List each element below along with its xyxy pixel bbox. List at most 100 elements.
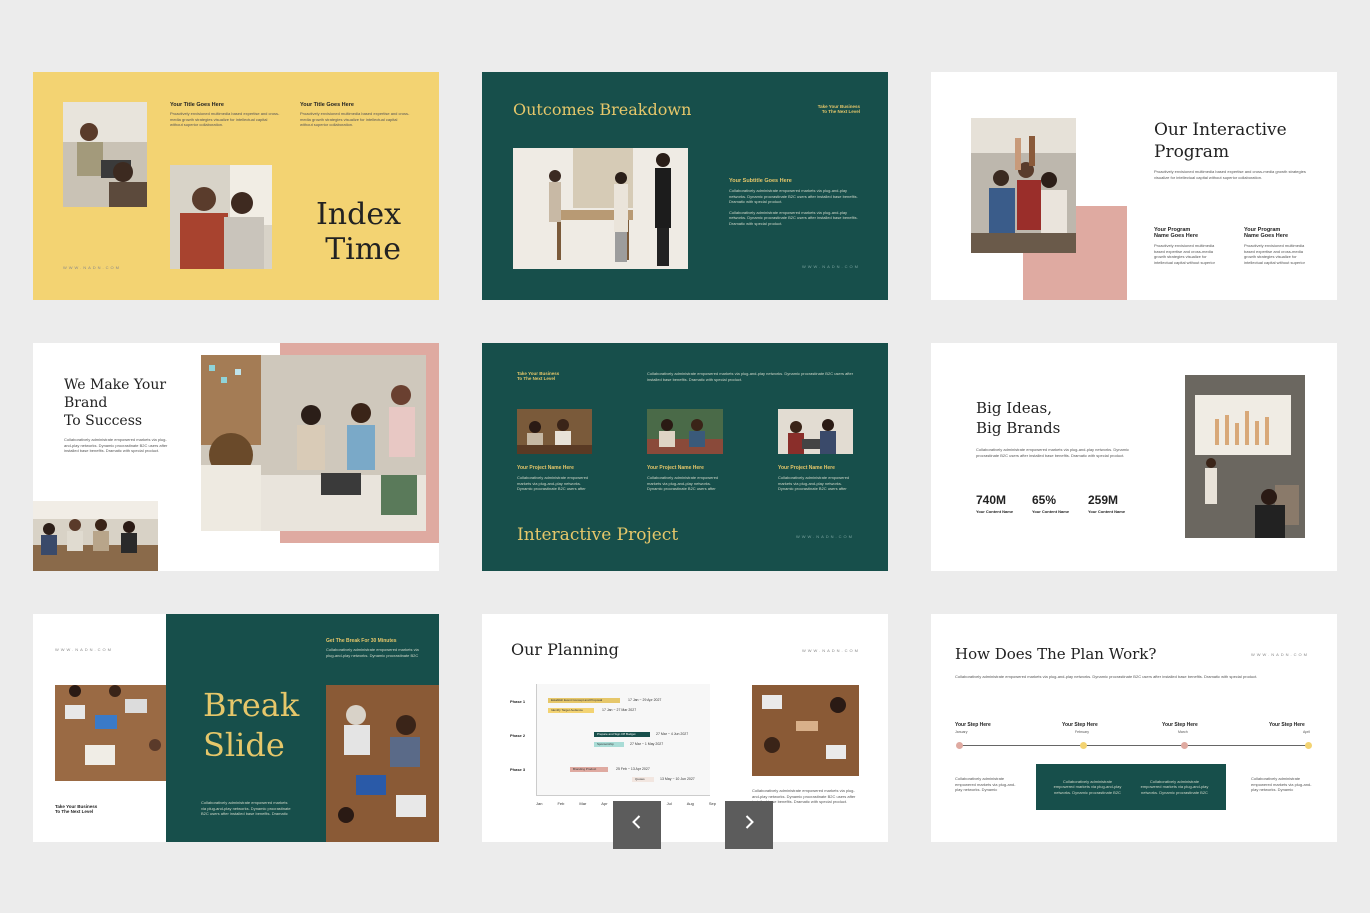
project-name-3: Your Project Name Here [778,465,835,471]
big-title-slide: Slide [203,726,285,764]
stat-3-value: 259M [1088,493,1119,507]
task-bar-1: Establish Event Concept and Proposal [548,698,620,703]
month-label: Apr [601,801,608,806]
break-note: Get The Break For 30 Minutes Collaborati… [326,638,426,658]
slide-big-ideas[interactable]: Big Ideas, Big Brands Collaboratively ad… [931,343,1337,571]
program-2-body: Proactively envisioned multimedia based … [1244,243,1305,265]
project-name-2: Your Project Name Here [647,465,704,471]
title-line-3: To Success [64,413,143,429]
stat-1: 740M Your Content Name [976,493,1013,514]
program-2: Your Program Name Goes Here Proactively … [1244,227,1316,265]
title-line-1: We Make Your [64,377,167,393]
step-month-2: February [1075,730,1090,734]
tagline: Take Your Business To The Next Level [517,371,559,381]
title-line-1: Our Interactive [1154,120,1287,140]
photo-table-meeting [33,501,158,571]
big-title-time: Time [325,232,401,267]
tagline-2: To The Next Level [821,109,860,114]
slide-index-time[interactable]: Your Title Goes Here Proactively envisio… [33,72,439,300]
slide-title: How Does The Plan Work? [955,645,1157,663]
url-text: WWW.NADN.COM [63,265,121,270]
url-text: WWW.NADN.COM [1251,652,1309,657]
month-label: Jul [666,801,672,806]
slide-planning[interactable]: Our Planning WWW.NADN.COM Phase 1 Phase … [482,614,888,842]
photo-high-five [971,118,1076,253]
gantt-chart: Phase 1 Phase 2 Phase 3 Establish Event … [510,684,716,814]
program-2-line-2: Name Goes Here [1244,233,1289,239]
body-2: Proactively envisioned multimedia based … [300,111,410,127]
stat-3-label: Your Content Name [1088,509,1126,514]
title-line-2: Big Brands [976,419,1061,437]
title-2: Your Title Goes Here [300,102,354,108]
title-line-2: Program [1154,142,1230,162]
slide-title: Interactive Project [517,525,679,545]
body-a: Collaboratively administrate empowered m… [729,188,858,204]
photo-desk-overhead [55,685,166,781]
phase-1: Phase 1 [510,699,526,704]
break-note-body: Collaboratively administrate empowered m… [326,647,419,658]
stat-3: 259M Your Content Name [1088,493,1125,514]
stat-2: 65% Your Content Name [1032,493,1069,514]
slide-interactive-project[interactable]: Take Your Business To The Next Level Col… [482,343,888,571]
chevron-right-icon [740,813,758,837]
task-date-3: 27 Mar ~ 4 Jun 2027 [656,732,689,736]
intro-text: Collaboratively administrate empowered m… [955,674,1258,679]
task-bar-6: Quotes [632,777,654,782]
big-title-break: Break [203,686,300,724]
url-text: WWW.NADN.COM [55,647,113,652]
project-name-1: Your Project Name Here [517,465,574,471]
month-label: Feb [557,801,565,806]
title-block-2: Your Title Goes Here Proactively envisio… [300,102,410,128]
slide-break[interactable]: WWW.NADN.COM Take Your Business To The N… [33,614,439,842]
month-label: Mar [579,801,587,806]
body-b: Collaboratively administrate empowered m… [729,209,858,226]
task-date-1: 17 Jan ~ 29 Apr 2027 [628,698,662,702]
project-photo-2 [647,409,723,454]
timeline-line [959,745,1309,746]
task-date-4: 27 Mar ~ 1 May 2027 [630,742,664,746]
task-bar-3: Prepare and Sign Off Budget [594,732,650,737]
month-label: Aug [686,801,694,806]
slide-plan-work[interactable]: How Does The Plan Work? WWW.NADN.COM Col… [931,614,1337,842]
step-body-1: Collaboratively administrate empowered m… [955,776,1016,793]
stat-2-label: Your Content Name [1032,509,1070,514]
stat-2-value: 65% [1032,493,1057,507]
next-button[interactable] [725,801,773,849]
project-item-2: Your Project Name Here Collaboratively a… [647,465,725,492]
project-body-1: Collaboratively administrate empowered m… [517,475,589,492]
slide-title: Our Planning [511,640,619,659]
intro-text: Collaboratively administrate empowered m… [647,371,854,382]
slide-outcomes[interactable]: Outcomes Breakdown Take Your Business To… [482,72,888,300]
step-body-4: Collaboratively administrate empowered m… [1251,776,1312,793]
big-title-index: Index [315,197,401,232]
break-body: Collaboratively administrate empowered m… [201,800,291,817]
photo-presentation [1185,375,1305,538]
step-label-4: Your Step Here [1269,722,1305,728]
program-1-body: Proactively envisioned multimedia based … [1154,243,1215,265]
url-text: WWW.NADN.COM [796,534,854,539]
url-text: WWW.NADN.COM [802,648,860,653]
month-label: Sep [708,801,716,806]
slide-brand-success[interactable]: We Make Your Brand To Success Collaborat… [33,343,439,571]
slide-interactive-program[interactable]: Our Interactive Program Proactively envi… [931,72,1337,300]
photo-men-smiling [170,165,272,269]
chevron-left-icon [628,813,646,837]
step-label-2: Your Step Here [1062,722,1098,728]
timeline-dot-1 [956,742,963,749]
phase-3: Phase 3 [510,767,526,772]
tagline-2: To The Next Level [517,376,556,381]
prev-button[interactable] [613,801,661,849]
timeline-dot-3 [1181,742,1188,749]
step-month-1: January [955,730,968,734]
project-body-2: Collaboratively administrate empowered m… [647,475,719,492]
teal-box-text-1: Collaboratively administrate empowered m… [1053,778,1122,796]
step-month-4: April [1303,730,1311,734]
intro-text: Collaboratively administrate empowered m… [64,437,168,453]
program-1: Your Program Name Goes Here Proactively … [1154,227,1226,265]
intro-text: Collaboratively administrate empowered m… [976,447,1129,458]
subtitle: Your Subtitle Goes Here [729,178,792,184]
teal-box: Collaboratively administrate empowered m… [1036,764,1226,810]
timeline-dot-4 [1305,742,1312,749]
title-1: Your Title Goes Here [170,102,224,108]
intro-text: Proactively envisioned multimedia based … [1154,169,1306,180]
